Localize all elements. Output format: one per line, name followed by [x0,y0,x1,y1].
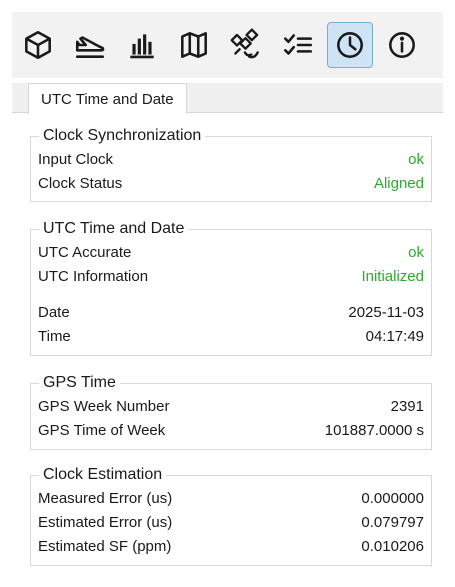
satellite-icon [230,28,259,59]
time-row: Time 04:17:49 [38,325,424,347]
row-label: Clock Status [38,174,123,192]
cube-button[interactable] [15,22,61,68]
checklist-button[interactable] [275,22,321,68]
row-label: Time [38,327,71,345]
input-clock-row: Input Clock ok [38,148,424,170]
utc-information-value: Initialized [361,267,424,285]
row-label: Estimated SF (ppm) [38,537,172,555]
row-label: Date [38,303,70,321]
airplane-icon [75,36,105,58]
tab-strip: UTC Time and Date [12,83,443,114]
clock-icon [337,32,363,58]
group-title: GPS Time [39,373,120,393]
aircraft-button[interactable] [67,22,113,68]
clock-status-row: Clock Status Aligned [38,172,424,194]
date-row: Date 2025-11-03 [38,301,424,323]
row-label: Input Clock [38,150,114,168]
group-title: Clock Estimation [39,465,167,485]
utc-accurate-value: ok [408,243,424,261]
gps-week-number-row: GPS Week Number 2391 [38,395,424,417]
estimated-error-value: 0.079797 [361,513,424,531]
map-button[interactable] [171,22,217,68]
utc-information-row: UTC Information Initialized [38,265,424,287]
row-label: Measured Error (us) [38,489,173,507]
cube-icon [25,30,51,60]
measured-error-row: Measured Error (us) 0.000000 [38,487,424,509]
gps-time-of-week-value: 101887.0000 s [324,421,424,439]
row-label: UTC Information [38,267,149,285]
info-button[interactable] [379,22,425,68]
gps-time-group: GPS Time GPS Week Number 2391 GPS Time o… [30,373,432,450]
estimated-error-row: Estimated Error (us) 0.079797 [38,511,424,533]
row-label: GPS Week Number [38,397,170,415]
group-title: UTC Time and Date [39,219,189,239]
measured-error-value: 0.000000 [361,489,424,507]
clock-synchronization-group: Clock Synchronization Input Clock ok Clo… [30,126,432,202]
estimated-sf-row: Estimated SF (ppm) 0.010206 [38,535,424,557]
checklist-icon [283,34,313,55]
info-icon [389,32,415,58]
map-icon [181,32,207,58]
gps-week-number-value: 2391 [390,397,424,415]
date-value: 2025-11-03 [348,303,424,321]
row-label: Estimated Error (us) [38,513,173,531]
time-value: 04:17:49 [365,327,424,345]
clock-estimation-group: Clock Estimation Measured Error (us) 0.0… [30,465,432,566]
estimated-sf-value: 0.010206 [361,537,424,555]
group-title: Clock Synchronization [39,126,206,146]
utc-time-and-date-group: UTC Time and Date UTC Accurate ok UTC In… [30,219,432,356]
clock-button[interactable] [327,22,373,68]
chart-button[interactable] [119,22,165,68]
tab-utc-time-and-date[interactable]: UTC Time and Date [28,83,187,114]
gps-time-of-week-row: GPS Time of Week 101887.0000 s [38,419,424,441]
row-label: UTC Accurate [38,243,132,261]
input-clock-value: ok [408,150,424,168]
utc-accurate-row: UTC Accurate ok [38,241,424,263]
chart-icon [130,34,154,59]
satellite-button[interactable] [223,22,269,68]
toolbar [12,12,443,78]
row-label: GPS Time of Week [38,421,166,439]
clock-status-value: Aligned [373,174,424,192]
